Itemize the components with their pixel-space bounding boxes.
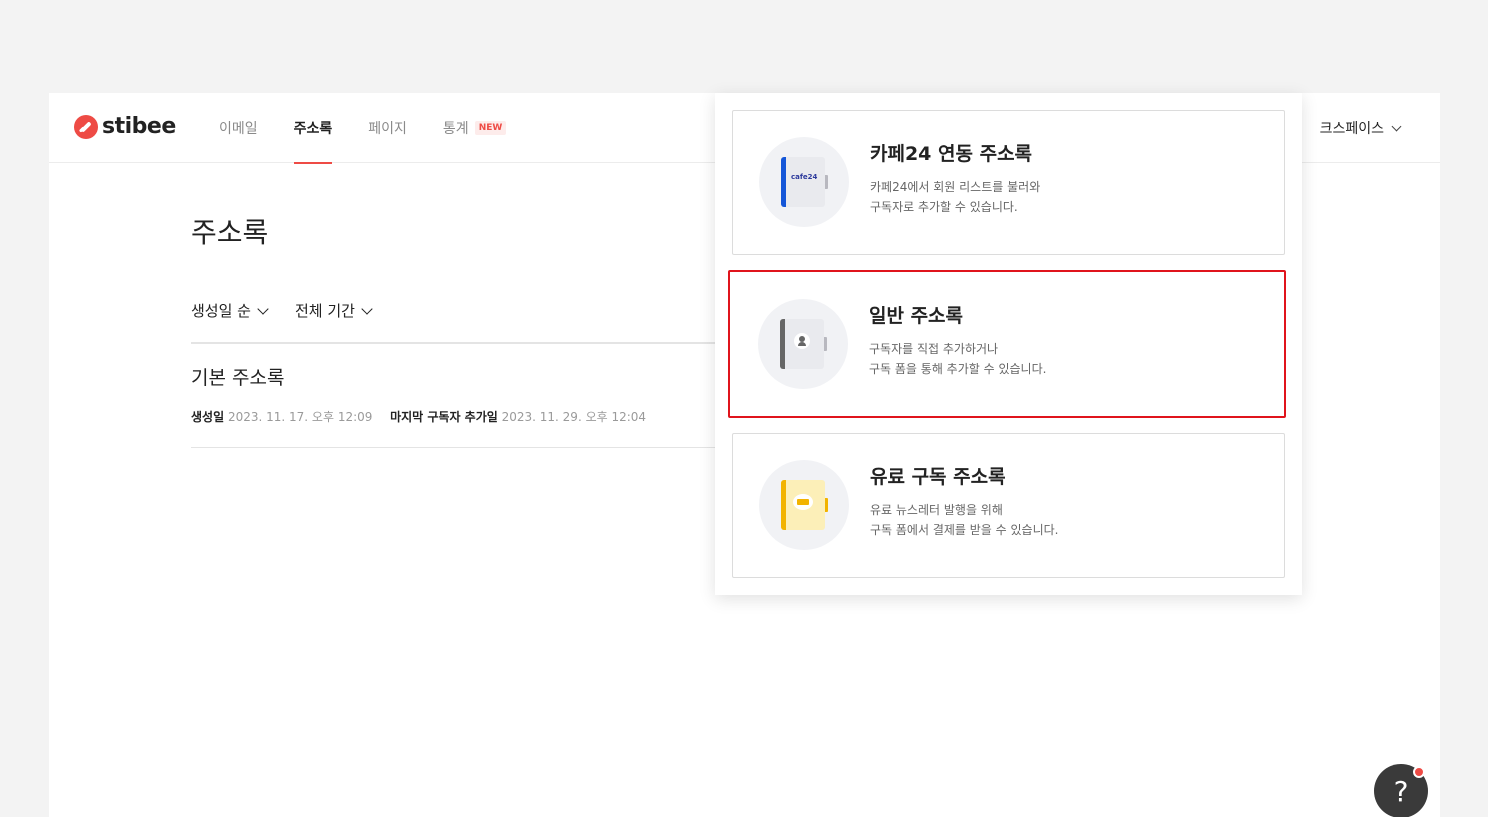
card-title: 유료 구독 주소록 <box>870 466 1006 488</box>
person-icon <box>794 333 810 349</box>
nav-item-label: 통계 <box>442 121 469 137</box>
address-book-title[interactable]: 기본 주소록 <box>191 363 284 390</box>
period-dropdown[interactable]: 전체 기간 <box>294 300 373 321</box>
card-title: 카페24 연동 주소록 <box>870 143 1033 165</box>
sort-label: 생성일 순 <box>191 302 251 320</box>
last-added-value: 2023. 11. 29. 오후 12:04 <box>501 410 647 424</box>
created-value: 2023. 11. 17. 오후 12:09 <box>227 410 373 424</box>
address-book-meta: 생성일 2023. 11. 17. 오후 12:09 마지막 구독자 추가일 2… <box>191 408 646 425</box>
chevron-down-icon <box>361 302 373 315</box>
sort-dropdown[interactable]: 생성일 순 <box>191 300 269 321</box>
created-label: 생성일 <box>191 410 225 424</box>
card-description: 구독자를 직접 추가하거나 구독 폼을 통해 추가할 수 있습니다. <box>869 339 1046 379</box>
card-desc-line: 구독자를 직접 추가하거나 <box>869 342 999 356</box>
card-desc-line: 구독 폼을 통해 추가할 수 있습니다. <box>869 362 1047 376</box>
last-added-label: 마지막 구독자 추가일 <box>390 410 498 424</box>
nav-item-label: 페이지 <box>368 121 407 137</box>
notification-dot <box>1413 766 1425 778</box>
address-book-type-menu: cafe24 카페24 연동 주소록 카페24에서 회원 리스트를 불러와 구독… <box>715 93 1302 595</box>
card-desc-line: 유료 뉴스레터 발행을 위해 <box>870 503 1003 517</box>
payment-card-icon <box>793 494 813 510</box>
nav-item-page[interactable]: 페이지 <box>368 93 407 163</box>
stibee-logo-icon <box>74 114 98 139</box>
logo-text: stibee <box>102 114 176 139</box>
general-address-book-option[interactable]: 일반 주소록 구독자를 직접 추가하거나 구독 폼을 통해 추가할 수 있습니다… <box>728 270 1286 418</box>
new-badge: NEW <box>474 121 507 135</box>
card-desc-line: 카페24에서 회원 리스트를 불러와 <box>870 180 1041 194</box>
help-icon: ? <box>1393 774 1409 808</box>
chevron-down-icon <box>1391 121 1402 131</box>
card-title: 일반 주소록 <box>869 305 964 327</box>
nav-item-email[interactable]: 이메일 <box>219 93 258 163</box>
paid-address-book-option[interactable]: 유료 구독 주소록 유료 뉴스레터 발행을 위해 구독 폼에서 결제를 받을 수… <box>732 433 1285 578</box>
cafe24-book-icon: cafe24 <box>759 137 849 227</box>
nav-item-label: 주소록 <box>293 121 333 137</box>
page-title: 주소록 <box>191 216 269 249</box>
stibee-logo[interactable]: stibee <box>74 114 176 139</box>
nav-item-label: 이메일 <box>219 121 258 137</box>
filter-bar: 생성일 순 전체 기간 <box>191 300 399 321</box>
nav-item-stats[interactable]: 통계 NEW <box>442 93 507 163</box>
chevron-down-icon <box>257 302 269 315</box>
main-nav: 이메일 주소록 페이지 통계 NEW <box>219 93 542 164</box>
card-description: 유료 뉴스레터 발행을 위해 구독 폼에서 결제를 받을 수 있습니다. <box>870 500 1059 540</box>
period-label: 전체 기간 <box>294 302 355 320</box>
workspace-selector[interactable]: 크스페이스 <box>1319 118 1402 138</box>
card-description: 카페24에서 회원 리스트를 불러와 구독자로 추가할 수 있습니다. <box>870 177 1040 217</box>
card-desc-line: 구독 폼에서 결제를 받을 수 있습니다. <box>870 523 1059 537</box>
contact-book-icon <box>758 299 848 389</box>
cafe24-address-book-option[interactable]: cafe24 카페24 연동 주소록 카페24에서 회원 리스트를 불러와 구독… <box>732 110 1285 255</box>
card-desc-line: 구독자로 추가할 수 있습니다. <box>870 200 1018 214</box>
cafe24-icon-label: cafe24 <box>791 173 818 181</box>
workspace-label: 크스페이스 <box>1319 121 1384 137</box>
nav-item-address-book[interactable]: 주소록 <box>293 93 333 164</box>
paid-book-icon <box>759 460 849 550</box>
